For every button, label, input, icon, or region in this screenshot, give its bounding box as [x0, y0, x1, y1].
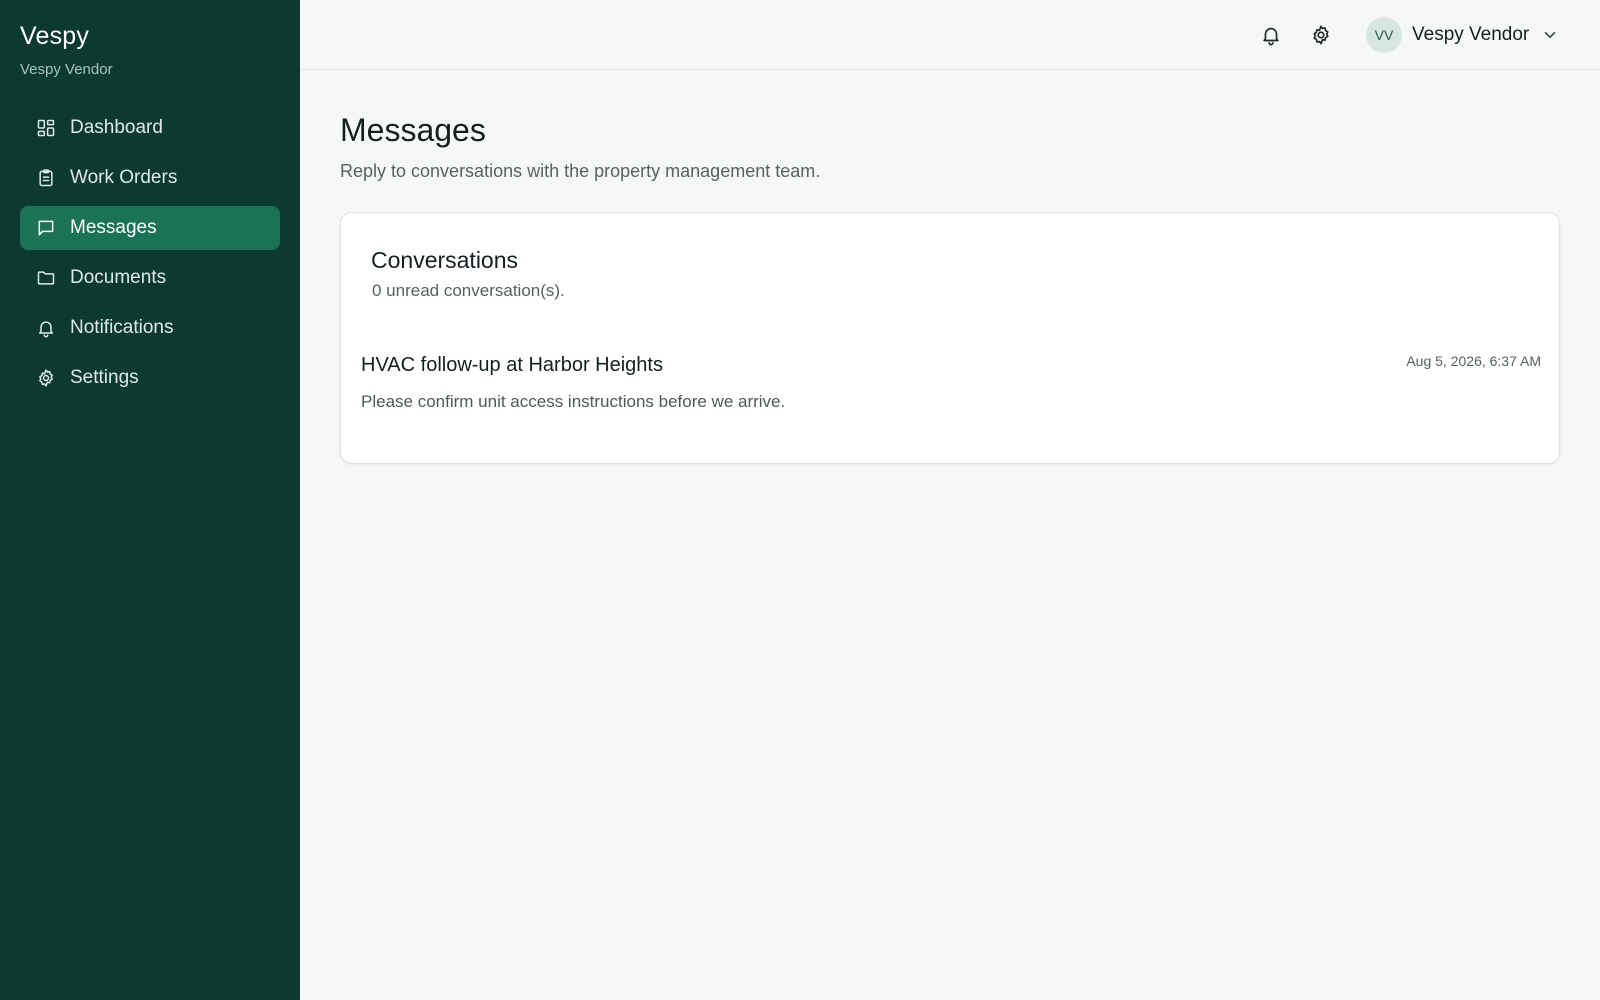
sidebar-item-label: Dashboard [70, 117, 163, 138]
sidebar-item-label: Documents [70, 267, 167, 288]
page-title: Messages [340, 112, 486, 148]
message-icon [36, 218, 56, 238]
conversations-card: Conversations 0 unread conversation(s). … [340, 212, 1560, 464]
sidebar: Vespy Vespy Vendor Dashboard Work Orders [0, 0, 300, 1000]
sidebar-item-label: Notifications [70, 317, 174, 338]
brand-title: Vespy [20, 22, 90, 50]
sidebar-item-notifications[interactable]: Notifications [20, 306, 280, 350]
sidebar-item-label: Work Orders [70, 167, 178, 188]
conversation-preview: Please confirm unit access instructions … [361, 392, 786, 411]
sidebar-item-work-orders[interactable]: Work Orders [20, 156, 280, 200]
folder-icon [36, 268, 56, 288]
conversation-subject: HVAC follow-up at Harbor Heights [361, 354, 663, 376]
sidebar-item-messages[interactable]: Messages [20, 206, 280, 250]
gear-icon[interactable] [1308, 22, 1334, 48]
card-title: Conversations [371, 247, 519, 273]
gear-icon [36, 368, 56, 388]
user-name: Vespy Vendor [1412, 24, 1530, 45]
page-subtitle: Reply to conversations with the property… [340, 161, 821, 181]
brand-subtitle: Vespy Vendor [20, 61, 113, 78]
avatar: VV [1366, 17, 1402, 53]
sidebar-item-settings[interactable]: Settings [20, 356, 280, 400]
sidebar-item-dashboard[interactable]: Dashboard [20, 106, 280, 150]
chevron-down-icon [1541, 26, 1559, 44]
bell-icon [36, 318, 56, 338]
clipboard-icon [36, 168, 56, 188]
unread-count: 0 unread conversation(s). [372, 281, 565, 300]
grid-icon [36, 118, 56, 138]
top-header: VV Vespy Vendor [300, 0, 1600, 70]
sidebar-item-label: Messages [70, 217, 157, 238]
conversation-item[interactable]: HVAC follow-up at Harbor Heights Please … [361, 345, 1541, 425]
main-content: Messages Reply to conversations with the… [340, 70, 1560, 464]
sidebar-item-label: Settings [70, 367, 139, 388]
conversation-timestamp: Aug 5, 2026, 6:37 AM [1406, 353, 1541, 369]
bell-icon[interactable] [1258, 22, 1284, 48]
sidebar-item-documents[interactable]: Documents [20, 256, 280, 300]
user-menu[interactable]: VV Vespy Vendor [1366, 17, 1559, 53]
sidebar-nav: Dashboard Work Orders Messages Documents… [20, 106, 280, 400]
